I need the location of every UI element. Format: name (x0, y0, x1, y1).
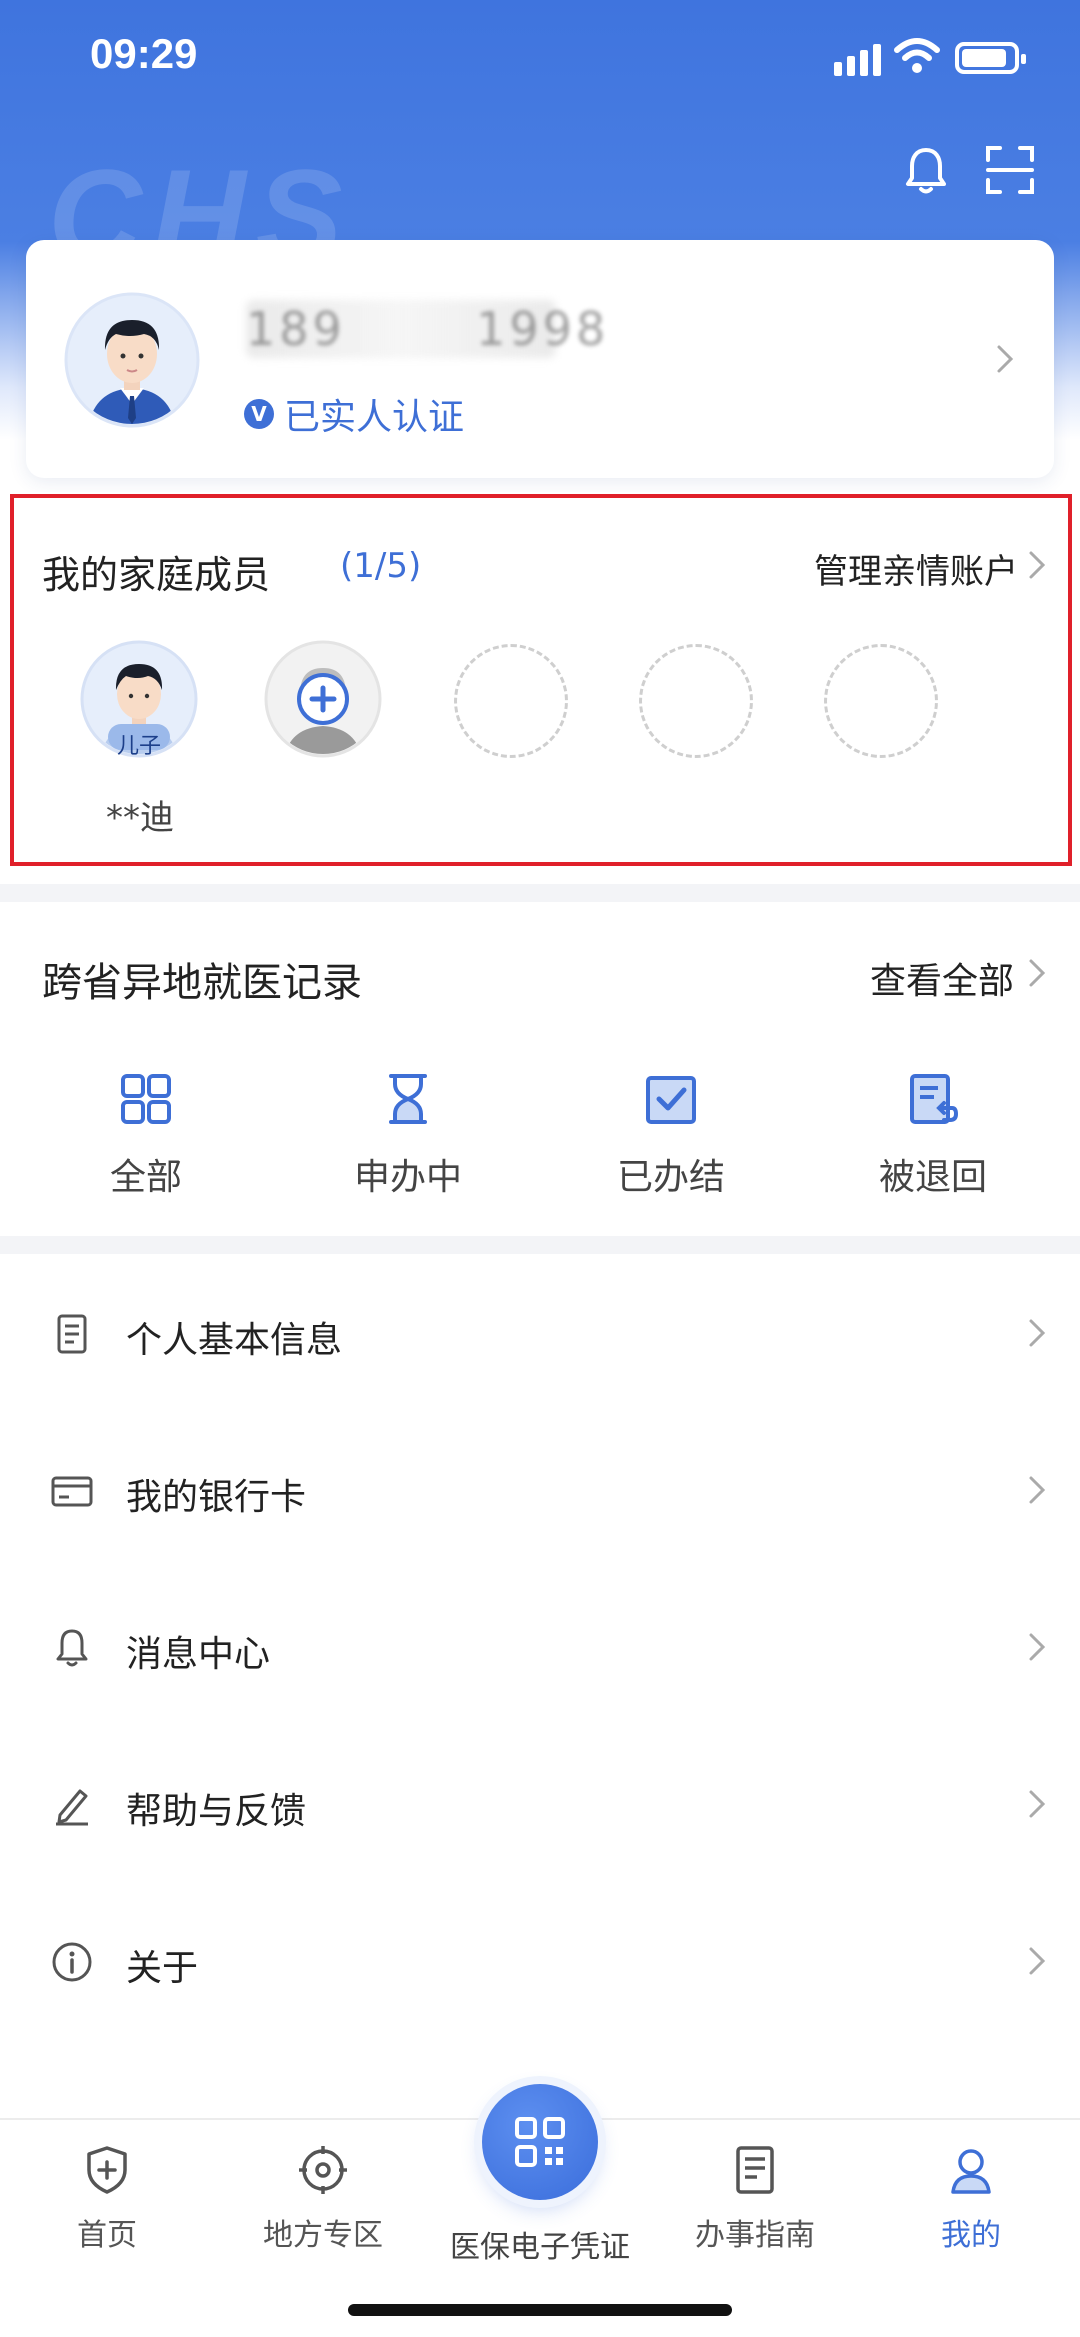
tab-service-guide[interactable]: 办事指南 (660, 2132, 850, 2254)
shield-plus-icon (87, 2146, 127, 2194)
section-divider (0, 1236, 1080, 1254)
guide-doc-icon (736, 2146, 774, 2194)
menu-label: 个人基本信息 (126, 1320, 343, 1361)
notification-bell-icon[interactable] (896, 140, 956, 200)
chevron-right-icon (1029, 1633, 1046, 1661)
section-divider (0, 884, 1080, 902)
chevron-right-icon (1029, 1319, 1046, 1347)
qr-code-icon (515, 2117, 565, 2167)
chevron-right-icon (1029, 1476, 1046, 1504)
records-item-label: 全部 (109, 1157, 182, 1198)
bell-icon (56, 1629, 88, 1667)
member-relation-tag: 儿子 (116, 734, 161, 759)
status-time: 09:29 (90, 30, 198, 77)
tab-insurance-qr[interactable]: 医保电子凭证 (440, 2084, 640, 2266)
user-icon (951, 2149, 991, 2194)
pen-icon (56, 1789, 88, 1826)
menu-label: 帮助与反馈 (126, 1791, 307, 1832)
document-icon (57, 1314, 87, 1354)
menu-about[interactable]: 关于 (0, 1884, 1080, 2041)
target-icon (299, 2146, 347, 2194)
manage-family-link[interactable]: 管理亲情账户 (814, 544, 1018, 593)
bank-card-icon (51, 1476, 93, 1507)
menu-help-feedback[interactable]: 帮助与反馈 (0, 1727, 1080, 1884)
hourglass-icon (389, 1074, 427, 1124)
empty-member-slot (824, 644, 938, 758)
empty-member-slot (454, 644, 568, 758)
avatar (64, 292, 200, 428)
grid-icon (121, 1074, 171, 1124)
records-item-label: 申办中 (353, 1157, 462, 1198)
chevron-right-icon (1029, 551, 1046, 579)
wifi-icon (894, 38, 940, 73)
menu-personal-info[interactable]: 个人基本信息 (0, 1256, 1080, 1413)
menu-label: 我的银行卡 (126, 1477, 307, 1518)
menu-label: 消息中心 (126, 1634, 271, 1675)
qr-button[interactable] (482, 2084, 598, 2200)
returned-doc-icon (910, 1074, 959, 1124)
tab-label: 地方专区 (263, 2218, 383, 2253)
tab-label: 我的 (941, 2218, 1001, 2253)
tab-label: 首页 (77, 2218, 137, 2253)
records-title: 跨省异地就医记录 (42, 960, 362, 1006)
add-member-button[interactable] (264, 640, 382, 758)
family-title: 我的家庭成员 (42, 553, 271, 597)
checkbox-icon (646, 1076, 696, 1124)
phone-number: 189 1998 (246, 302, 610, 356)
profile-card[interactable]: 189 1998 V 已实人认证 (26, 240, 1054, 478)
menu-message-center[interactable]: 消息中心 (0, 1570, 1080, 1727)
verified-check-icon: V (244, 399, 274, 429)
scan-icon[interactable] (980, 140, 1040, 200)
records-completed-button[interactable]: 已办结 (571, 1072, 771, 1200)
info-icon (52, 1942, 92, 1982)
menu-bank-card[interactable]: 我的银行卡 (0, 1413, 1080, 1570)
tab-mine[interactable]: 我的 (876, 2132, 1066, 2254)
records-item-label: 被退回 (878, 1157, 987, 1198)
chevron-right-icon (997, 345, 1014, 373)
profile-page: CHS 09:29 189 1998 V 已实人认证 我的家庭成员 (1/5) … (0, 0, 1080, 2337)
settings-menu: 个人基本信息 我的银行卡 消息中心 帮助与反馈 关于 (0, 1256, 1080, 2041)
empty-member-slot (639, 644, 753, 758)
signal-icon (834, 44, 881, 76)
verification-status: V 已实人认证 (244, 388, 464, 440)
family-members-section: 我的家庭成员 (1/5) 管理亲情账户 儿子 **迪 (0, 492, 1080, 882)
chevron-right-icon (1029, 1790, 1046, 1818)
chevron-right-icon (1029, 1947, 1046, 1975)
tab-local-zone[interactable]: 地方专区 (228, 2132, 418, 2254)
home-indicator[interactable] (348, 2304, 732, 2316)
tab-home[interactable]: 首页 (12, 2132, 202, 2254)
tab-label: 办事指南 (695, 2218, 815, 2253)
menu-label: 关于 (126, 1948, 199, 1989)
records-all-button[interactable]: 全部 (46, 1072, 246, 1200)
records-processing-button[interactable]: 申办中 (308, 1072, 508, 1200)
status-bar: 09:29 (0, 0, 1080, 120)
verified-label: 已实人认证 (284, 397, 465, 438)
view-all-link[interactable]: 查看全部 (870, 952, 1014, 1004)
records-returned-button[interactable]: 被退回 (833, 1072, 1033, 1200)
member-name: **迪 (106, 798, 174, 838)
records-item-label: 已办结 (616, 1157, 725, 1198)
battery-icon (955, 42, 1026, 74)
cross-province-records: 跨省异地就医记录 查看全部 全部 申办中 已办结 被退回 (0, 902, 1080, 1236)
tab-label: 医保电子凭证 (450, 2230, 630, 2265)
family-count: (1/5) (340, 546, 422, 586)
chevron-right-icon (1029, 959, 1046, 987)
